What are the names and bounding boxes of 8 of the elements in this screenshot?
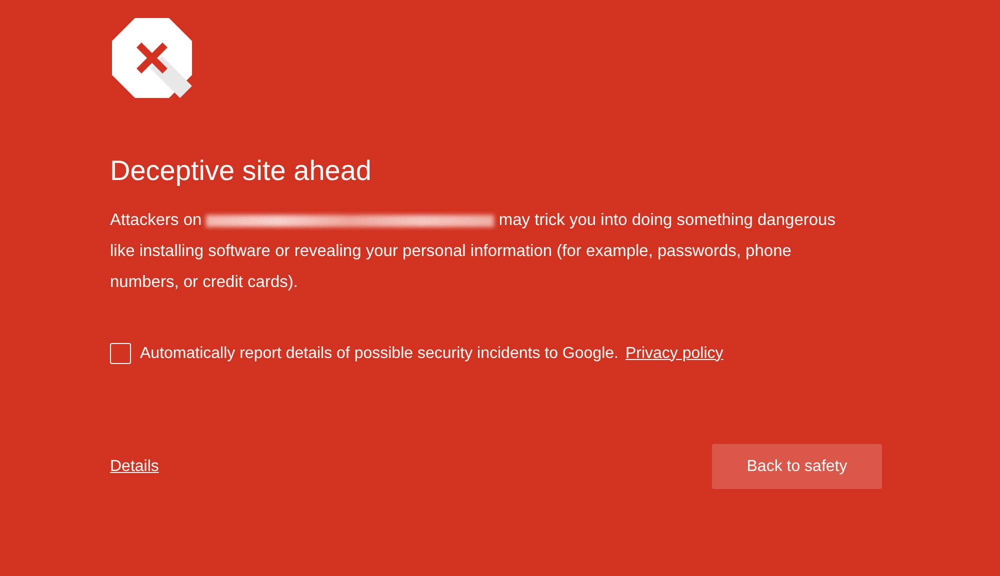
warning-message: Attackers on may trick you into doing something dangerous like installing software or revealing your personal information (for example, passwords, phone numbers, or credit cards). (110, 210, 836, 293)
report-checkbox[interactable] (110, 343, 131, 364)
details-link[interactable]: Details (110, 458, 159, 476)
stop-sign-icon (110, 16, 194, 100)
privacy-policy-link[interactable]: Privacy policy (625, 344, 724, 362)
warning-heading: Deceptive site ahead (110, 154, 373, 188)
back-to-safety-button[interactable]: Back to safety (712, 444, 882, 489)
report-label: Automatically report details of possible security incidents to Google. (140, 344, 618, 362)
